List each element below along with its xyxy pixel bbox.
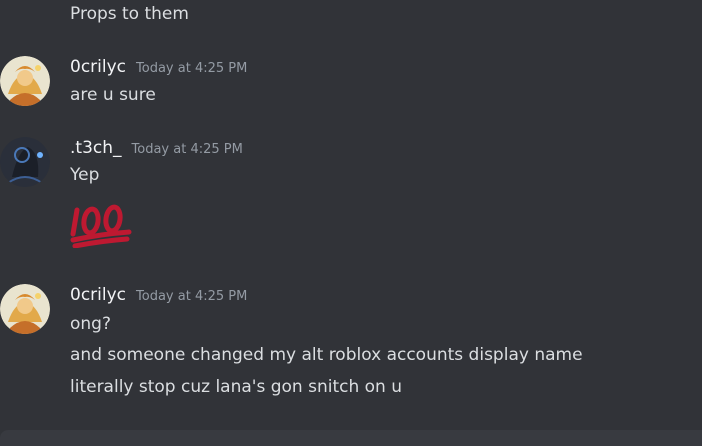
message-text: are u sure	[70, 85, 156, 105]
message-input-bar[interactable]	[0, 430, 702, 446]
message-text: and someone changed my alt roblox accoun…	[70, 345, 583, 365]
anime-character-avatar-icon	[0, 284, 50, 334]
username[interactable]: 0crilyc	[70, 285, 126, 305]
anime-character-avatar-icon	[0, 56, 50, 106]
message-list: Props to them 0crilyc Today at 4:25 PM a…	[0, 0, 702, 430]
username[interactable]: 0crilyc	[70, 57, 126, 77]
timestamp[interactable]: Today at 4:25 PM	[132, 142, 243, 157]
message-text: Yep	[70, 165, 100, 185]
username[interactable]: .t3ch_	[70, 138, 122, 158]
hundred-points-emoji-icon[interactable]	[69, 204, 133, 248]
dark-creature-avatar-icon	[0, 137, 50, 187]
user-avatar[interactable]	[0, 56, 50, 106]
message-header: .t3ch_ Today at 4:25 PM	[70, 138, 243, 158]
message-text: ong?	[70, 314, 111, 334]
user-avatar[interactable]	[0, 284, 50, 334]
message-header: 0crilyc Today at 4:25 PM	[70, 285, 247, 305]
timestamp[interactable]: Today at 4:25 PM	[136, 61, 247, 76]
message-text: Props to them	[70, 4, 189, 24]
message-header: 0crilyc Today at 4:25 PM	[70, 57, 247, 77]
user-avatar[interactable]	[0, 137, 50, 187]
timestamp[interactable]: Today at 4:25 PM	[136, 289, 247, 304]
message-text: literally stop cuz lana's gon snitch on …	[70, 377, 402, 397]
